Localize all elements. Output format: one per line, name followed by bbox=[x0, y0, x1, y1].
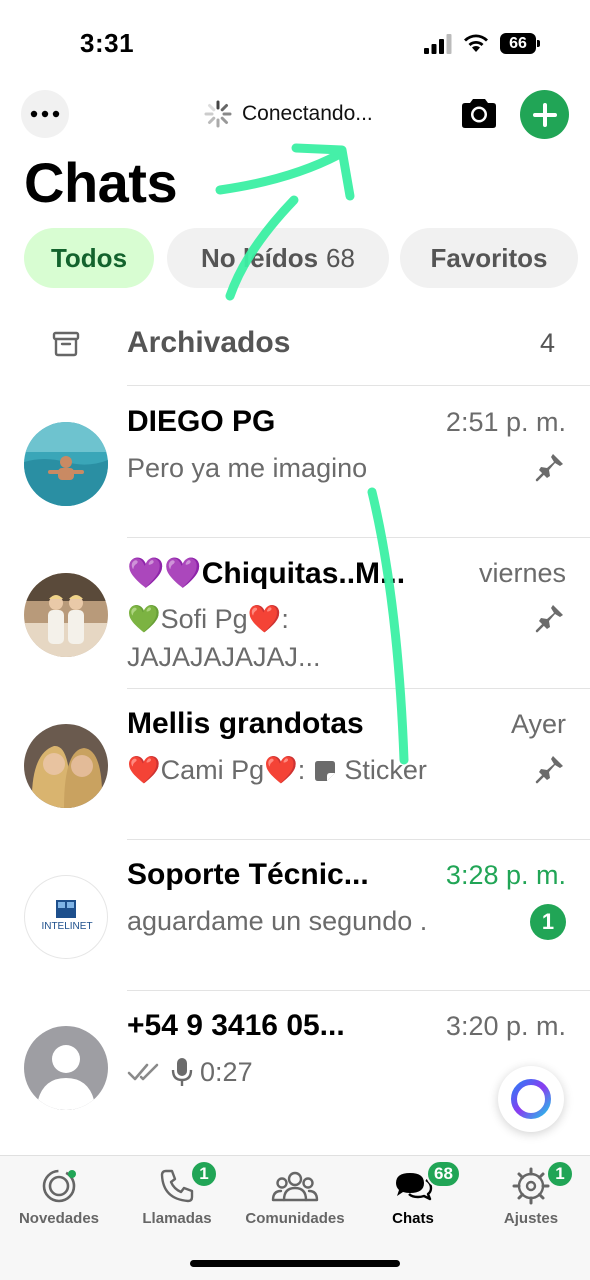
chat-name: +54 9 3416 05... bbox=[127, 1009, 345, 1042]
tab-communities[interactable]: Comunidades bbox=[236, 1156, 354, 1236]
updates-icon bbox=[42, 1169, 76, 1203]
chat-row[interactable]: DIEGO PG 2:51 p. m. Pero ya me imagino bbox=[0, 387, 590, 538]
battery-level: 66 bbox=[509, 35, 527, 52]
archived-count: 4 bbox=[539, 328, 555, 358]
status-time: 3:31 bbox=[80, 28, 135, 58]
chat-time: 2:51 p. m. bbox=[445, 407, 566, 437]
preview-text: 0:27 bbox=[200, 1057, 253, 1087]
tab-badge: 1 bbox=[546, 1160, 574, 1188]
chat-row[interactable]: 💜💜Chiquitas..M... viernes 💚Sofi Pg❤️: JA… bbox=[0, 538, 590, 689]
chat-time: 3:20 p. m. bbox=[445, 1011, 566, 1041]
gear-icon bbox=[512, 1167, 550, 1205]
tab-calls[interactable]: 1 Llamadas bbox=[118, 1156, 236, 1236]
chat-preview: aguardame un segundo . bbox=[127, 906, 428, 936]
chat-name: 💜💜Chiquitas..M... bbox=[127, 557, 406, 590]
unread-badge: 1 bbox=[530, 904, 566, 940]
meta-ai-icon bbox=[511, 1079, 551, 1119]
pin-icon bbox=[535, 605, 563, 633]
intelinet-logo: INTELINET bbox=[41, 900, 93, 932]
preview-text: JAJAJAJAJAJ... bbox=[127, 642, 321, 672]
filter-chip-count: 68 bbox=[326, 242, 355, 273]
archive-icon bbox=[52, 331, 80, 357]
annotation-arrow-stroke bbox=[215, 150, 343, 195]
double-check-icon bbox=[127, 1063, 159, 1081]
archived-row[interactable]: Archivados 4 bbox=[0, 306, 590, 386]
chat-time: viernes bbox=[478, 558, 566, 588]
pin-icon bbox=[535, 756, 563, 784]
tab-badge: 68 bbox=[426, 1160, 461, 1188]
avatar bbox=[24, 724, 108, 808]
pin-icon bbox=[535, 454, 563, 482]
plus-icon bbox=[532, 102, 557, 127]
tab-updates[interactable]: Novedades bbox=[0, 1156, 118, 1236]
connecting-label: Conectando... bbox=[242, 102, 373, 125]
chat-time: 3:28 p. m. bbox=[445, 860, 566, 890]
microphone-icon bbox=[171, 1058, 192, 1086]
chat-name: Mellis grandotas bbox=[127, 707, 364, 740]
sticker-icon bbox=[314, 761, 335, 781]
chat-name: Soporte Técnic... bbox=[127, 858, 369, 891]
meta-ai-button[interactable] bbox=[498, 1066, 564, 1132]
tab-chats[interactable]: 68 Chats bbox=[354, 1156, 472, 1236]
ellipsis-icon bbox=[30, 110, 60, 118]
preview-sender: Cami Pg bbox=[160, 755, 265, 785]
tab-label: Chats bbox=[392, 1210, 434, 1227]
avatar bbox=[24, 573, 108, 657]
chat-preview: ❤️Cami Pg❤️: Sticker bbox=[127, 755, 427, 785]
archived-label: Archivados bbox=[127, 326, 291, 359]
chat-preview: 💚Sofi Pg❤️: JAJAJAJAJAJ... bbox=[127, 600, 517, 676]
filter-chip-favorites[interactable]: Favoritos bbox=[400, 228, 578, 288]
home-indicator bbox=[190, 1260, 400, 1267]
tab-label: Comunidades bbox=[245, 1210, 345, 1227]
chat-name: DIEGO PG bbox=[127, 405, 276, 438]
chat-preview: 0:27 bbox=[127, 1053, 517, 1091]
tab-label: Llamadas bbox=[142, 1210, 212, 1227]
filter-chip-label: No leídos bbox=[201, 242, 319, 273]
tab-settings[interactable]: 1 Ajustes bbox=[472, 1156, 590, 1236]
filter-chip-label: Todos bbox=[50, 242, 128, 273]
avatar bbox=[24, 422, 108, 506]
preview-text: Sticker bbox=[344, 755, 427, 785]
preview-sender: Sofi Pg bbox=[160, 604, 248, 634]
avatar: INTELINET bbox=[24, 875, 108, 959]
filter-chip-all[interactable]: Todos bbox=[24, 228, 154, 288]
divider bbox=[127, 385, 590, 386]
chat-time: Ayer bbox=[510, 709, 566, 739]
chat-row[interactable]: INTELINET Soporte Técnic... 3:28 p. m. a… bbox=[0, 840, 590, 991]
wifi-icon bbox=[464, 34, 488, 52]
status-bar: 3:31 66 bbox=[0, 0, 590, 90]
battery-indicator: 66 bbox=[500, 33, 540, 54]
connection-status: Conectando... bbox=[204, 100, 373, 128]
chat-row[interactable]: Mellis grandotas Ayer ❤️Cami Pg❤️: Stick… bbox=[0, 689, 590, 840]
logo-text: INTELINET bbox=[41, 921, 92, 932]
new-chat-button[interactable] bbox=[520, 90, 569, 139]
communities-icon bbox=[271, 1171, 319, 1202]
filter-chip-unread[interactable]: No leídos 68 bbox=[167, 228, 389, 288]
camera-icon[interactable] bbox=[458, 93, 500, 135]
default-avatar-icon bbox=[24, 1026, 108, 1110]
filter-chip-label: Favoritos bbox=[430, 242, 548, 273]
more-options-button[interactable] bbox=[21, 90, 69, 138]
chat-preview: Pero ya me imagino bbox=[127, 453, 368, 483]
tab-badge: 1 bbox=[190, 1160, 218, 1188]
tab-label: Ajustes bbox=[503, 1210, 559, 1227]
loading-spinner-icon bbox=[204, 100, 232, 128]
cellular-signal-icon bbox=[424, 34, 452, 54]
tab-label: Novedades bbox=[18, 1210, 100, 1227]
chat-row[interactable]: +54 9 3416 05... 3:20 p. m. 0:27 bbox=[0, 991, 590, 1142]
page-title: Chats bbox=[24, 151, 178, 214]
annotation-arrow-head bbox=[291, 143, 355, 201]
avatar bbox=[24, 1026, 108, 1110]
